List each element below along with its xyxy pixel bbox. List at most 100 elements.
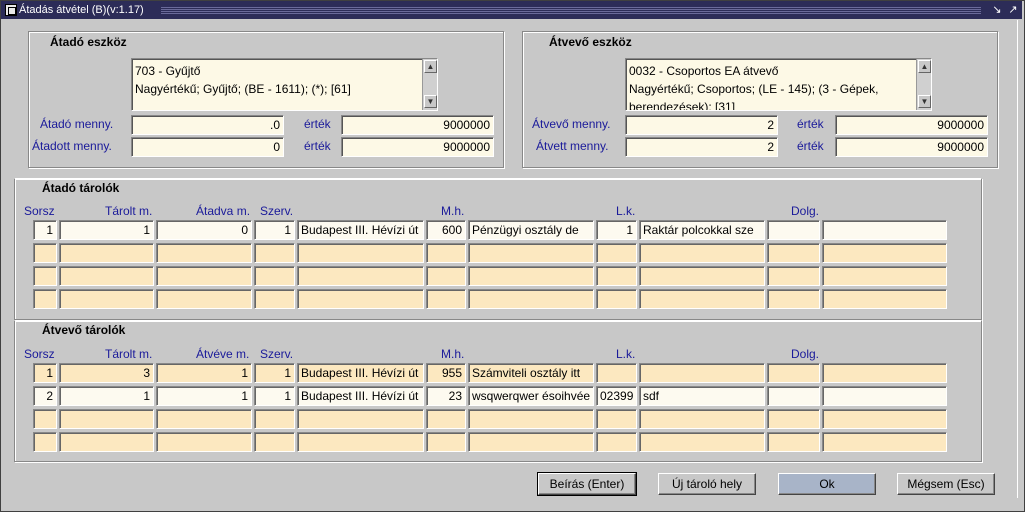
- table-cell[interactable]: [156, 266, 252, 286]
- table-cell[interactable]: 1: [59, 386, 154, 406]
- scroll-down-icon[interactable]: ▼: [918, 95, 931, 108]
- table-cell[interactable]: [822, 243, 947, 263]
- table-cell[interactable]: [156, 409, 252, 429]
- megsem-button[interactable]: Mégsem (Esc): [897, 473, 995, 495]
- table-cell[interactable]: 955: [426, 363, 466, 383]
- title-bar[interactable]: Átadás átvétel (B)(v:1.17) ↘ ↗: [1, 1, 1022, 19]
- table-cell[interactable]: [767, 386, 820, 406]
- table-cell[interactable]: [767, 409, 820, 429]
- table-cell[interactable]: [639, 289, 765, 309]
- table-cell[interactable]: [639, 243, 765, 263]
- table-cell[interactable]: [33, 266, 57, 286]
- uj-tarolo-hely-button[interactable]: Új tároló hely: [658, 473, 756, 495]
- table-cell[interactable]: 02399: [596, 386, 637, 406]
- table-cell[interactable]: 1: [33, 220, 57, 240]
- table-cell[interactable]: [254, 266, 295, 286]
- table-cell[interactable]: [33, 289, 57, 309]
- table-cell[interactable]: 1: [33, 363, 57, 383]
- table-cell[interactable]: [767, 289, 820, 309]
- table-cell[interactable]: 2: [33, 386, 57, 406]
- table-cell[interactable]: Budapest III. Hévízi út: [297, 386, 424, 406]
- table-cell[interactable]: 1: [254, 220, 295, 240]
- table-cell[interactable]: [254, 243, 295, 263]
- table-cell[interactable]: [297, 409, 424, 429]
- scroll-down-icon[interactable]: ▼: [424, 95, 437, 108]
- table-cell[interactable]: [297, 432, 424, 452]
- table-cell[interactable]: [426, 289, 466, 309]
- table-cell[interactable]: [639, 409, 765, 429]
- atvevo-ertek-field-1[interactable]: 9000000: [835, 115, 988, 135]
- table-cell[interactable]: [426, 266, 466, 286]
- table-cell[interactable]: [59, 266, 154, 286]
- table-cell[interactable]: [822, 409, 947, 429]
- table-cell[interactable]: [156, 432, 252, 452]
- table-cell[interactable]: [596, 266, 637, 286]
- table-cell[interactable]: [59, 243, 154, 263]
- atvett-menny-field[interactable]: 2: [625, 137, 778, 157]
- table-cell[interactable]: [767, 432, 820, 452]
- atado-ertek-field-1[interactable]: 9000000: [341, 115, 494, 135]
- ok-button[interactable]: Ok: [778, 473, 876, 495]
- table-cell[interactable]: [822, 432, 947, 452]
- table-cell[interactable]: [822, 289, 947, 309]
- table-cell[interactable]: 3: [59, 363, 154, 383]
- table-cell[interactable]: [468, 409, 594, 429]
- table-cell[interactable]: [822, 386, 947, 406]
- beiras-button[interactable]: Beírás (Enter): [537, 472, 637, 496]
- table-cell[interactable]: [767, 363, 820, 383]
- scroll-up-icon[interactable]: ▲: [424, 60, 437, 73]
- table-cell[interactable]: Számviteli osztály itt: [468, 363, 594, 383]
- atvevo-menny-field[interactable]: 2: [625, 115, 778, 135]
- table-cell[interactable]: [468, 266, 594, 286]
- table-cell[interactable]: [767, 243, 820, 263]
- table-cell[interactable]: [767, 266, 820, 286]
- table-cell[interactable]: 1: [59, 220, 154, 240]
- table-cell[interactable]: [297, 266, 424, 286]
- atado-desc-scrollbar[interactable]: ▲ ▼: [422, 59, 437, 110]
- table-cell[interactable]: [639, 266, 765, 286]
- table-cell[interactable]: [59, 289, 154, 309]
- table-cell[interactable]: [254, 432, 295, 452]
- table-cell[interactable]: [156, 289, 252, 309]
- table-cell[interactable]: [33, 432, 57, 452]
- atadott-menny-field[interactable]: 0: [131, 137, 284, 157]
- table-cell[interactable]: [639, 432, 765, 452]
- table-cell[interactable]: [822, 363, 947, 383]
- table-cell[interactable]: [639, 363, 765, 383]
- table-cell[interactable]: [59, 432, 154, 452]
- table-cell[interactable]: [596, 409, 637, 429]
- table-cell[interactable]: sdf: [639, 386, 765, 406]
- table-cell[interactable]: [297, 243, 424, 263]
- table-cell[interactable]: [468, 243, 594, 263]
- table-cell[interactable]: 600: [426, 220, 466, 240]
- table-cell[interactable]: [59, 409, 154, 429]
- atado-ertek-field-2[interactable]: 9000000: [341, 137, 494, 157]
- atado-eszkoz-description[interactable]: 703 - Gyűjtő Nagyértékű; Gyűjtő; (BE - 1…: [131, 58, 438, 111]
- table-cell[interactable]: 1: [156, 386, 252, 406]
- atvevo-eszkoz-description[interactable]: 0032 - Csoportos EA átvevő Nagyértékű; C…: [625, 58, 932, 111]
- table-cell[interactable]: 1: [596, 220, 637, 240]
- table-cell[interactable]: 1: [254, 386, 295, 406]
- table-cell[interactable]: [254, 289, 295, 309]
- atvevo-desc-scrollbar[interactable]: ▲ ▼: [916, 59, 931, 110]
- table-cell[interactable]: [254, 409, 295, 429]
- table-cell[interactable]: Pénzügyi osztály de: [468, 220, 594, 240]
- table-cell[interactable]: [468, 432, 594, 452]
- app-icon[interactable]: [5, 4, 17, 16]
- table-cell[interactable]: [822, 266, 947, 286]
- table-cell[interactable]: [596, 289, 637, 309]
- table-cell[interactable]: 23: [426, 386, 466, 406]
- table-cell[interactable]: [426, 432, 466, 452]
- table-cell[interactable]: wsqwerqwer ésoihvée: [468, 386, 594, 406]
- minimize-icon[interactable]: ↘: [991, 4, 1003, 16]
- table-cell[interactable]: [426, 243, 466, 263]
- scroll-up-icon[interactable]: ▲: [918, 60, 931, 73]
- restore-icon[interactable]: ↗: [1007, 4, 1019, 16]
- table-cell[interactable]: [33, 409, 57, 429]
- table-cell[interactable]: [297, 289, 424, 309]
- table-cell[interactable]: [426, 409, 466, 429]
- table-cell[interactable]: Raktár polcokkal sze: [639, 220, 765, 240]
- table-cell[interactable]: 0: [156, 220, 252, 240]
- atado-menny-field[interactable]: .0: [131, 115, 284, 135]
- table-cell[interactable]: [822, 220, 947, 240]
